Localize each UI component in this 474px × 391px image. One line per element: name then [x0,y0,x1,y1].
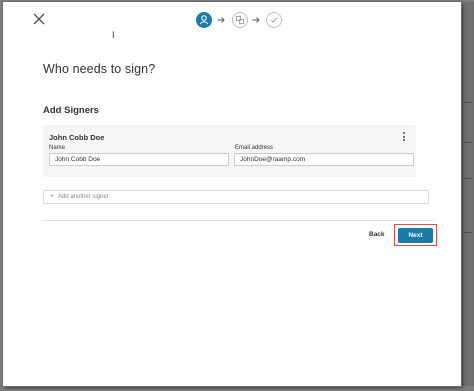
next-button[interactable]: Next [398,228,433,243]
footer-divider [43,220,434,221]
document-fields-icon [236,16,244,24]
background-window-strip [461,2,474,386]
more-options-icon[interactable] [402,132,406,142]
add-signer-label: Add another signer [58,194,109,200]
check-icon [270,17,278,23]
name-label: Name [49,145,66,151]
signers-dialog: I Who needs to sign? Add Signers John Co… [3,2,461,386]
person-icon [199,15,209,25]
email-label: Email address [235,145,274,151]
text-cursor-icon: I [112,30,115,40]
section-title: Add Signers [43,105,99,116]
page-title: Who needs to sign? [43,62,156,76]
step-review[interactable] [266,12,282,28]
step-fields[interactable] [232,12,248,28]
add-signer-button[interactable]: + Add another signer [43,190,429,204]
back-button[interactable]: Back [369,231,385,238]
progress-steps [3,12,461,28]
email-field[interactable]: JohnDoe@raamp.com [234,153,414,166]
signer-display-name: John Cobb Doe [49,133,105,142]
name-field[interactable]: John Cobb Doe [49,153,229,166]
step-signers[interactable] [196,12,212,28]
arrow-right-icon [252,17,260,23]
signer-card: John Cobb Doe Name Email address John Co… [43,125,416,177]
plus-icon: + [50,193,55,200]
arrow-right-icon [217,17,225,23]
